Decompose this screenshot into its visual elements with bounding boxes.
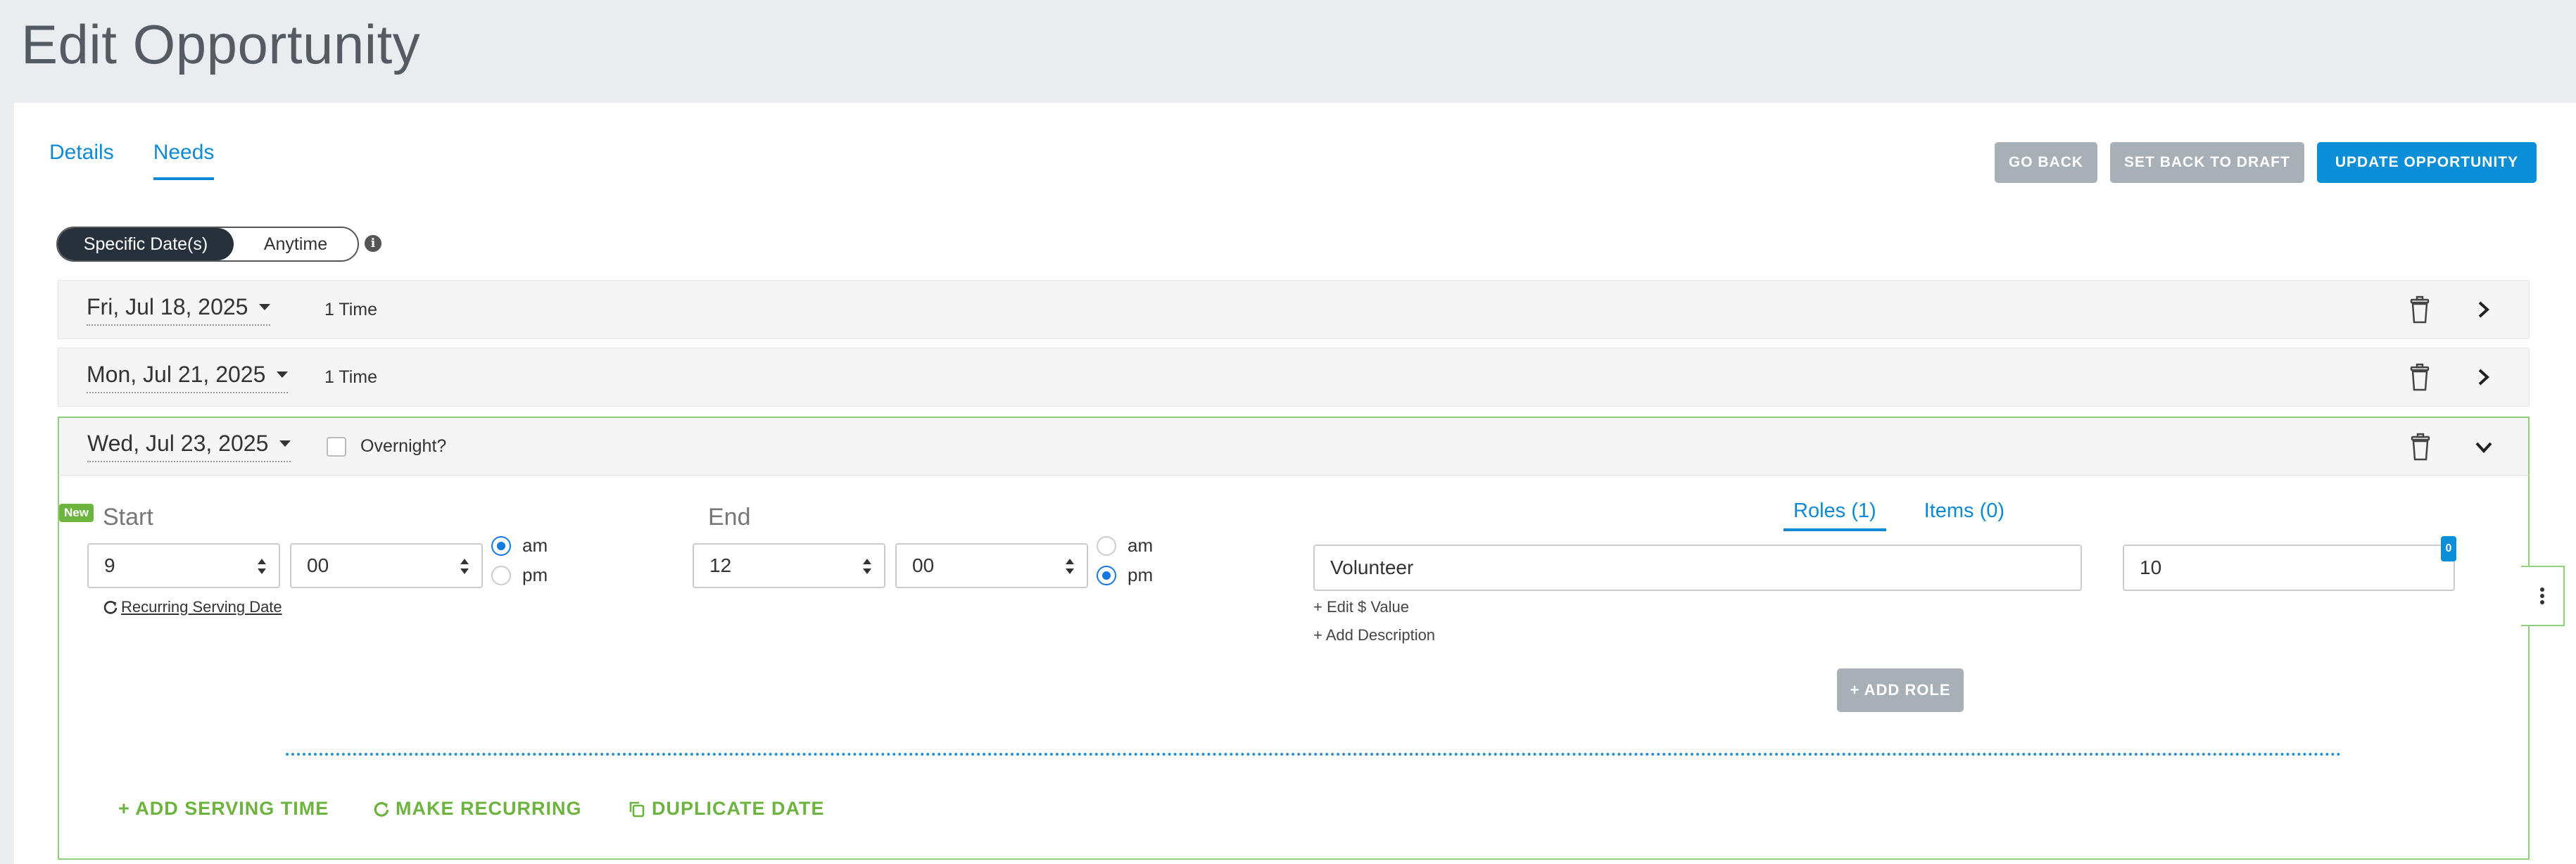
page-title: Edit Opportunity xyxy=(21,13,421,75)
copy-icon xyxy=(629,801,645,817)
date-picker[interactable]: Wed, Jul 23, 2025 xyxy=(87,431,291,462)
am-label: am xyxy=(1128,535,1154,556)
trash-icon[interactable] xyxy=(2409,296,2430,324)
toggle-specific-dates[interactable]: Specific Date(s) xyxy=(58,228,234,260)
tab-bar: Details Needs xyxy=(49,141,215,180)
overnight-checkbox-group: Overnight? xyxy=(327,436,446,457)
select-arrows-icon xyxy=(1066,557,1074,576)
new-badge: New xyxy=(59,504,94,522)
date-row[interactable]: Fri, Jul 18, 2025 1 Time xyxy=(58,280,2530,339)
duplicate-date-label: DUPLICATE DATE xyxy=(652,798,825,819)
refresh-icon xyxy=(103,601,118,614)
chevron-right-icon[interactable] xyxy=(2473,299,2494,320)
end-label: End xyxy=(708,504,751,531)
tab-items[interactable]: Items (0) xyxy=(1914,500,2014,531)
select-arrows-icon xyxy=(258,557,266,576)
add-description-link[interactable]: + Add Description xyxy=(1313,626,1435,644)
add-serving-time-button[interactable]: + ADD SERVING TIME xyxy=(118,798,329,820)
start-am-radio[interactable]: am xyxy=(491,535,548,557)
overnight-checkbox[interactable] xyxy=(327,436,346,457)
am-label: am xyxy=(522,535,548,556)
role-name-input[interactable]: Volunteer xyxy=(1313,545,2082,591)
date-label: Fri, Jul 18, 2025 xyxy=(87,293,248,319)
refresh-icon xyxy=(374,801,389,817)
start-hour-value: 9 xyxy=(104,554,115,576)
schedule-type-toggle: Specific Date(s) Anytime xyxy=(56,227,359,262)
caret-down-icon xyxy=(277,371,289,378)
role-quantity-input[interactable]: 10 xyxy=(2123,545,2455,591)
date-picker[interactable]: Fri, Jul 18, 2025 xyxy=(87,293,271,326)
end-am-radio[interactable]: am xyxy=(1097,535,1153,557)
time-count: 1 Time xyxy=(324,299,378,319)
chevron-down-icon[interactable] xyxy=(2473,436,2494,457)
pm-label: pm xyxy=(1128,564,1154,585)
end-minute-value: 00 xyxy=(912,554,935,576)
end-hour-value: 12 xyxy=(709,554,732,576)
update-opportunity-button[interactable]: UPDATE OPPORTUNITY xyxy=(2317,142,2537,183)
date-picker[interactable]: Mon, Jul 21, 2025 xyxy=(87,361,289,393)
select-arrows-icon xyxy=(863,557,871,576)
kebab-icon xyxy=(2540,587,2544,604)
trash-icon[interactable] xyxy=(2409,363,2430,391)
date-row[interactable]: Mon, Jul 21, 2025 1 Time xyxy=(58,348,2530,407)
tab-needs[interactable]: Needs xyxy=(153,141,215,180)
add-role-button[interactable]: + ADD ROLE xyxy=(1837,668,1964,712)
date-label: Mon, Jul 21, 2025 xyxy=(87,361,266,387)
time-count: 1 Time xyxy=(324,367,378,387)
start-pm-radio[interactable]: pm xyxy=(491,564,548,586)
info-icon[interactable]: i xyxy=(365,235,381,252)
quantity-badge: 0 xyxy=(2441,536,2456,561)
select-arrows-icon xyxy=(460,557,469,576)
duplicate-date-button[interactable]: DUPLICATE DATE xyxy=(628,798,825,820)
caret-down-icon xyxy=(279,440,291,447)
end-pm-radio[interactable]: pm xyxy=(1097,564,1153,586)
end-minute-select[interactable]: 00 xyxy=(895,543,1088,588)
overnight-label: Overnight? xyxy=(360,436,447,456)
tab-details[interactable]: Details xyxy=(49,141,114,180)
radio-selected-icon xyxy=(1097,565,1116,585)
divider xyxy=(286,753,2342,756)
radio-selected-icon xyxy=(491,535,511,556)
end-hour-select[interactable]: 12 xyxy=(693,543,885,588)
make-recurring-button[interactable]: MAKE RECURRING xyxy=(373,798,582,820)
start-minute-select[interactable]: 00 xyxy=(290,543,483,588)
edit-value-link[interactable]: + Edit $ Value xyxy=(1313,598,1409,616)
radio-icon xyxy=(491,565,511,585)
start-minute-value: 00 xyxy=(307,554,329,576)
make-recurring-label: MAKE RECURRING xyxy=(396,798,582,819)
start-hour-select[interactable]: 9 xyxy=(87,543,280,588)
caret-down-icon xyxy=(259,303,271,310)
go-back-button[interactable]: GO BACK xyxy=(1995,142,2097,183)
toggle-anytime[interactable]: Anytime xyxy=(234,228,358,260)
recurring-serving-date-link[interactable]: Recurring Serving Date xyxy=(103,598,282,616)
recurring-link-label: Recurring Serving Date xyxy=(121,598,282,616)
roles-items-tabs: Roles (1) Items (0) xyxy=(1783,500,2014,531)
date-label: Wed, Jul 23, 2025 xyxy=(87,431,269,456)
radio-icon xyxy=(1097,535,1116,556)
chevron-right-icon[interactable] xyxy=(2473,367,2494,388)
tab-roles[interactable]: Roles (1) xyxy=(1783,500,1886,531)
date-row-expanded[interactable]: Wed, Jul 23, 2025 Overnight? xyxy=(58,417,2530,476)
start-label: Start xyxy=(103,504,153,531)
pm-label: pm xyxy=(522,564,548,585)
set-back-to-draft-button[interactable]: SET BACK TO DRAFT xyxy=(2110,142,2304,183)
trash-icon[interactable] xyxy=(2410,433,2431,461)
kebab-menu-button[interactable] xyxy=(2521,566,2565,626)
